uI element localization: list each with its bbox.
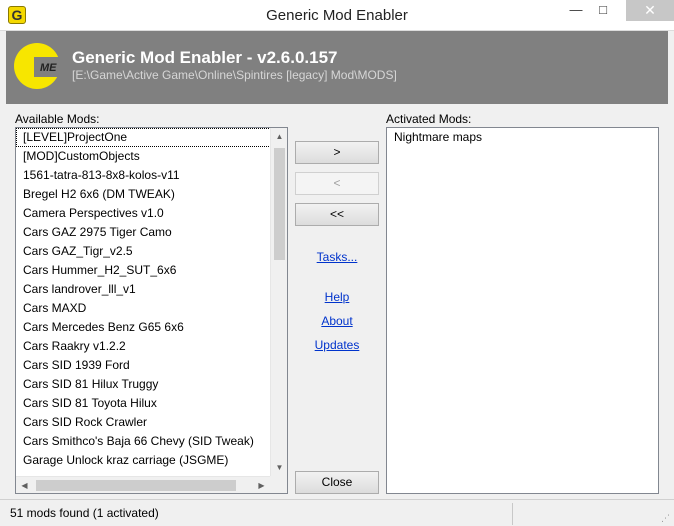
available-mod-item[interactable]: Cars SID Rock Crawler bbox=[16, 413, 287, 432]
updates-link[interactable]: Updates bbox=[294, 338, 380, 352]
activated-mod-item[interactable]: Nightmare maps bbox=[387, 128, 658, 147]
available-mod-item[interactable]: Camera Perspectives v1.0 bbox=[16, 204, 287, 223]
activated-mods-label: Activated Mods: bbox=[386, 112, 472, 126]
available-horizontal-scrollbar[interactable]: ◀ ▶ bbox=[16, 476, 270, 493]
header-banner: ME Generic Mod Enabler - v2.6.0.157 [E:\… bbox=[6, 31, 668, 104]
available-mod-item[interactable]: Cars landrover_lll_v1 bbox=[16, 280, 287, 299]
available-mods-items: [LEVEL]ProjectOne [MOD]CustomObjects 1561-… bbox=[16, 128, 287, 470]
available-mod-item[interactable]: Cars SID 81 Hilux Truggy bbox=[16, 375, 287, 394]
available-mods-label: Available Mods: bbox=[15, 112, 100, 126]
mods-path: [E:\Game\Active Game\Online\Spintires [l… bbox=[72, 68, 397, 82]
scroll-up-icon[interactable]: ▲ bbox=[271, 128, 288, 145]
activated-mods-items: Nightmare maps bbox=[387, 128, 658, 147]
app-version-title: Generic Mod Enabler - v2.6.0.157 bbox=[72, 48, 338, 67]
available-mods-list[interactable]: [LEVEL]ProjectOne [MOD]CustomObjects 1561-… bbox=[15, 127, 288, 494]
scroll-down-icon[interactable]: ▼ bbox=[271, 459, 288, 476]
activate-button[interactable]: > bbox=[295, 141, 379, 164]
available-mod-item[interactable]: [LEVEL]ProjectOne bbox=[16, 128, 287, 147]
status-text: 51 mods found (1 activated) bbox=[10, 506, 159, 520]
deactivate-button[interactable]: < bbox=[295, 172, 379, 195]
available-mod-item[interactable]: Cars Hummer_H2_SUT_6x6 bbox=[16, 261, 287, 280]
available-mod-item[interactable]: Bregel H2 6x6 (DM TWEAK) bbox=[16, 185, 287, 204]
minimize-button[interactable]: — bbox=[563, 0, 589, 21]
available-vertical-scrollbar[interactable]: ▲ ▼ bbox=[270, 128, 287, 476]
logo-text: ME bbox=[40, 62, 57, 74]
resize-grip-icon[interactable]: ⋰ bbox=[661, 513, 671, 523]
status-separator bbox=[512, 503, 513, 525]
scroll-corner bbox=[270, 476, 287, 493]
available-mod-item[interactable]: Garage Unlock kraz carriage (JSGME) bbox=[16, 451, 287, 470]
gme-logo: ME bbox=[14, 43, 64, 91]
available-mod-item[interactable]: [MOD]CustomObjects bbox=[16, 147, 287, 166]
available-mod-item[interactable]: Cars GAZ 2975 Tiger Camo bbox=[16, 223, 287, 242]
tasks-link[interactable]: Tasks... bbox=[294, 250, 380, 264]
close-window-button[interactable]: ✕ bbox=[626, 0, 674, 21]
scroll-left-icon[interactable]: ◀ bbox=[16, 477, 33, 494]
available-mod-item[interactable]: Cars SID 1939 Ford bbox=[16, 356, 287, 375]
title-bar: G Generic Mod Enabler — □ ✕ bbox=[0, 0, 674, 31]
vertical-scroll-thumb[interactable] bbox=[274, 148, 285, 260]
available-mod-item[interactable]: Cars Mercedes Benz G65 6x6 bbox=[16, 318, 287, 337]
status-bar: 51 mods found (1 activated) ⋰ bbox=[0, 499, 674, 526]
available-mod-item[interactable]: 1561-tatra-813-8x8-kolos-v11 bbox=[16, 166, 287, 185]
help-link[interactable]: Help bbox=[294, 290, 380, 304]
horizontal-scroll-thumb[interactable] bbox=[36, 480, 236, 491]
available-mod-item[interactable]: Cars Raakry v1.2.2 bbox=[16, 337, 287, 356]
maximize-button[interactable]: □ bbox=[590, 0, 616, 21]
available-mod-item[interactable]: Cars GAZ_Tigr_v2.5 bbox=[16, 242, 287, 261]
activated-mods-list[interactable]: Nightmare maps bbox=[386, 127, 659, 494]
available-mod-item[interactable]: Cars MAXD bbox=[16, 299, 287, 318]
about-link[interactable]: About bbox=[294, 314, 380, 328]
close-button[interactable]: Close bbox=[295, 471, 379, 494]
scroll-right-icon[interactable]: ▶ bbox=[253, 477, 270, 494]
deactivate-all-button[interactable]: << bbox=[295, 203, 379, 226]
available-mod-item[interactable]: Cars Smithco's Baja 66 Chevy (SID Tweak) bbox=[16, 432, 287, 451]
available-mod-item[interactable]: Cars SID 81 Toyota Hilux bbox=[16, 394, 287, 413]
